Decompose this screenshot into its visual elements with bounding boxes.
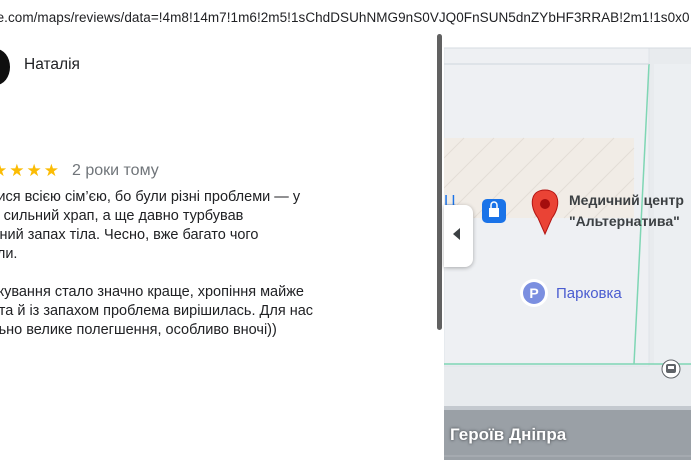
review-author-name[interactable]: Наталія bbox=[24, 56, 80, 74]
scrollbar-thumb[interactable] bbox=[437, 34, 442, 330]
bus-stop-icon[interactable] bbox=[661, 359, 681, 379]
address-bar[interactable]: gle.com/maps/reviews/data=!4m8!14m7!1m6!… bbox=[0, 0, 691, 34]
review-time: 2 роки тому bbox=[72, 162, 159, 179]
panel-scrollbar[interactable] bbox=[435, 34, 444, 460]
rating-stars: ★★★★ bbox=[0, 161, 61, 180]
map-canvas[interactable]: P bbox=[444, 34, 691, 460]
url-text[interactable]: gle.com/maps/reviews/data=!4m8!14m7!1m6!… bbox=[0, 10, 690, 25]
avatar[interactable] bbox=[0, 49, 10, 85]
svg-text:P: P bbox=[529, 285, 538, 301]
chevron-left-icon bbox=[453, 228, 460, 240]
parking-icon[interactable]: P bbox=[520, 279, 548, 307]
parking-label[interactable]: Парковка bbox=[556, 285, 622, 302]
collapse-panel-button[interactable] bbox=[444, 205, 473, 267]
shopping-bag-icon[interactable] bbox=[482, 199, 506, 223]
street-label: Героїв Дніпра bbox=[450, 425, 567, 444]
map-view[interactable]: P Ц bbox=[444, 34, 691, 460]
review-text: нулися всією сім’єю, бо були різні пробл… bbox=[0, 189, 314, 338]
review-panel: Наталія ★★★★ 2 роки тому нулися всією сі… bbox=[0, 34, 444, 460]
poi-name-line1[interactable]: Медичний центр bbox=[569, 192, 684, 208]
poi-name-line2[interactable]: "Альтернатива" bbox=[569, 213, 680, 229]
